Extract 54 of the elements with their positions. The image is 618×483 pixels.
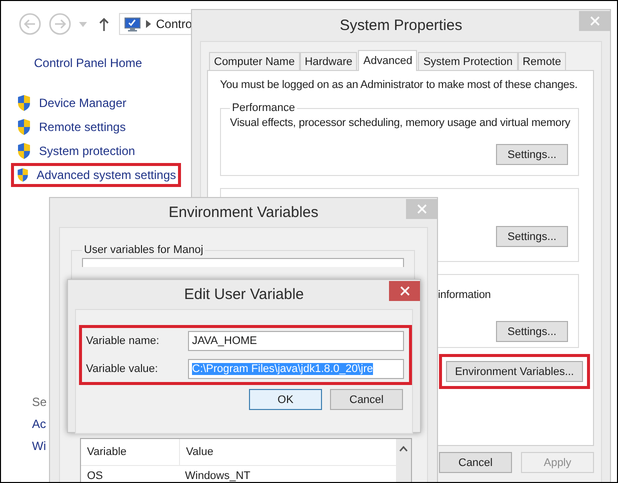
window-title: Edit User Variable [184, 286, 304, 303]
group-description: information [438, 289, 491, 303]
monitor-icon [124, 16, 141, 32]
tab[interactable]: Computer Name [209, 52, 300, 70]
field-label: Variable value: [86, 363, 159, 375]
group-description: Visual effects, processor scheduling, memory usage and virtual memory [230, 117, 570, 131]
sidebar-item[interactable]: System protection [11, 139, 181, 163]
notice-text: You must be logged on as an Administrator to make most of these changes. [220, 79, 578, 91]
table-cell-text: OS [86, 470, 104, 482]
close-button[interactable] [389, 281, 420, 301]
close-icon [590, 16, 600, 26]
close-icon [416, 204, 426, 214]
column-header[interactable]: Variable [81, 439, 180, 465]
table-cell-text: Windows_NT [184, 470, 250, 482]
settings-button[interactable]: Settings... [496, 226, 568, 247]
column-header[interactable]: Value [180, 439, 214, 465]
back-icon[interactable] [19, 13, 41, 35]
see-also-text: Ac [32, 417, 46, 431]
window-title: Environment Variables [168, 204, 318, 221]
group-title: Performance [231, 102, 296, 114]
sidebar-item[interactable]: Device Manager [11, 91, 181, 115]
up-arrow-icon[interactable] [99, 18, 109, 30]
tab[interactable]: Hardware [300, 52, 358, 70]
group-title: User variables for Manoj [83, 244, 204, 256]
dialog-button[interactable]: OK [249, 389, 322, 410]
shield-icon [16, 94, 32, 112]
settings-button[interactable]: Settings... [496, 321, 568, 342]
field-label: Variable name: [86, 335, 160, 347]
environment-variables-button[interactable]: Environment Variables... [446, 361, 583, 382]
settings-button[interactable]: Settings... [496, 144, 568, 165]
dialog-button[interactable]: Cancel [330, 389, 403, 410]
tab[interactable]: Advanced [358, 50, 418, 71]
variables-list[interactable] [82, 258, 404, 267]
input-field[interactable]: JAVA_HOME [188, 331, 404, 351]
tab[interactable]: Remote [518, 52, 566, 70]
window-title: System Properties [340, 17, 462, 34]
see-also-text: Se [32, 395, 47, 409]
see-also-text: Wi [32, 439, 46, 453]
sidebar-item[interactable]: Remote settings [11, 115, 181, 139]
shield-icon [16, 142, 32, 160]
dialog-button[interactable]: Cancel [439, 452, 512, 473]
forward-icon[interactable] [49, 13, 71, 35]
close-icon [400, 286, 410, 296]
control-panel-home-link[interactable]: Control Panel Home [34, 56, 142, 70]
system-variables-list[interactable]: Variable Value OS Windows_NT [80, 438, 412, 482]
address-text: Contro [156, 17, 192, 31]
shield-icon [16, 166, 30, 184]
sidebar-item[interactable]: Advanced system settings [11, 163, 181, 187]
chevron-icon [146, 20, 151, 28]
shield-icon [16, 118, 32, 136]
scroll-up-icon[interactable] [399, 446, 408, 452]
tab[interactable]: System Protection [418, 52, 518, 70]
caret-icon[interactable] [79, 22, 87, 26]
scrollbar[interactable] [396, 439, 411, 482]
